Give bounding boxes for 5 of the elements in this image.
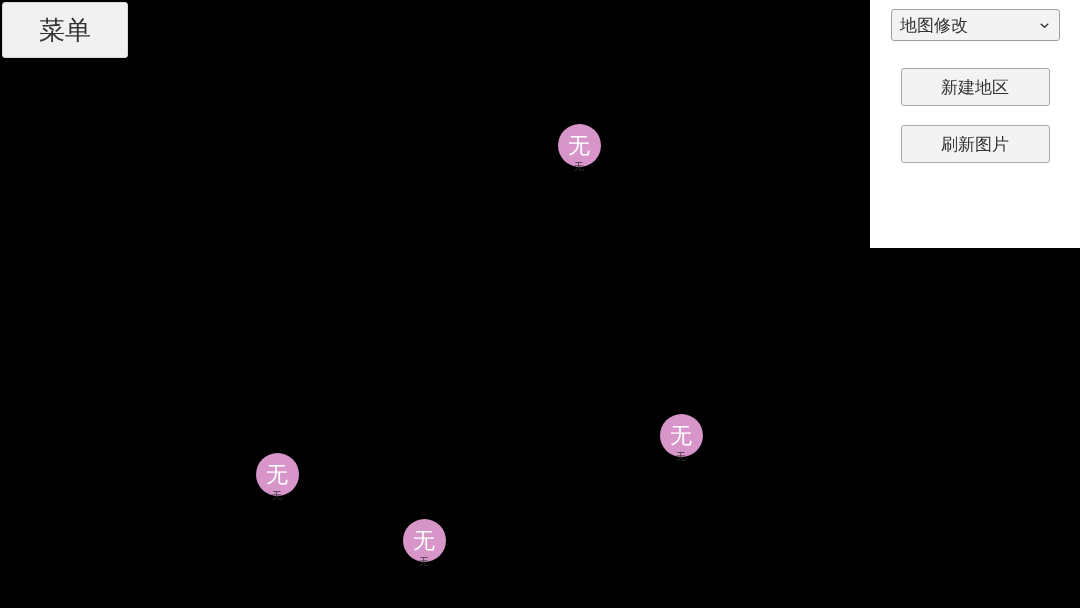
mode-dropdown[interactable]: 地图修改: [890, 9, 1060, 41]
panel-button[interactable]: 刷新图片: [900, 125, 1050, 163]
chevron-down-icon: [1039, 22, 1049, 28]
menu-button[interactable]: 菜单: [2, 2, 128, 58]
panel-button[interactable]: 新建地区: [900, 68, 1050, 106]
